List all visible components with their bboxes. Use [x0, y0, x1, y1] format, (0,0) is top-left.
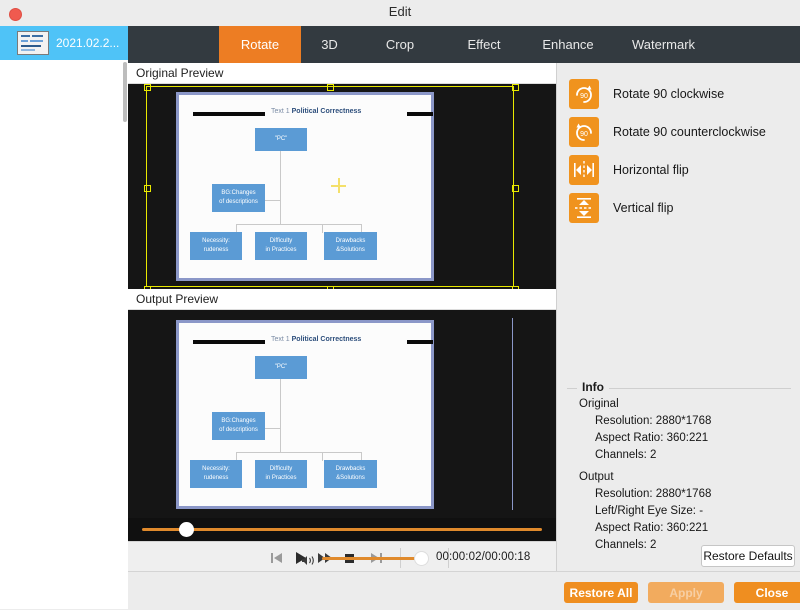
- slide-box-leaf-l1: Difficulty: [269, 466, 293, 472]
- file-list-scrollbar[interactable]: [123, 62, 127, 122]
- operation-row-horizontal-flip[interactable]: Horizontal flip: [569, 155, 689, 185]
- crop-handle-tr[interactable]: [512, 84, 519, 91]
- info-original-heading: Original: [579, 398, 619, 410]
- seek-bar-area: [128, 518, 556, 541]
- operation-label: Rotate 90 clockwise: [613, 87, 725, 101]
- tab-watermark[interactable]: Watermark: [610, 26, 717, 63]
- close-button[interactable]: Close: [734, 582, 800, 603]
- apply-button[interactable]: Apply: [648, 582, 724, 603]
- slide-box-leaf: Necessity: rudeness: [190, 460, 242, 488]
- crop-selection-box[interactable]: [144, 84, 519, 289]
- crop-handle-mr[interactable]: [512, 185, 519, 192]
- operation-label: Vertical flip: [613, 201, 674, 215]
- slide-box-leaf-l1: Necessity:: [202, 466, 230, 472]
- tab-label: Effect: [467, 37, 501, 52]
- output-preview-label: Output Preview: [136, 292, 219, 306]
- speaker-icon[interactable]: [302, 553, 316, 565]
- file-name-label: 2021.02.2...: [56, 36, 120, 50]
- slide-box-branch-l1: BG:Changes: [221, 418, 256, 424]
- output-preview-stage[interactable]: Text 1 Political Correctness "PC" BG:Cha…: [128, 310, 556, 518]
- info-row: Channels: 2: [595, 539, 657, 551]
- info-row: Resolution: 2880*1768: [595, 488, 712, 500]
- rotate-cw-90-icon[interactable]: 90: [569, 79, 599, 109]
- slide-box-root-text: "PC": [274, 364, 288, 370]
- info-row: Aspect Ratio: 360:221: [595, 432, 709, 444]
- title-bar: Edit: [0, 0, 800, 27]
- operation-row-rotate-90-clockwise[interactable]: 90 Rotate 90 clockwise: [569, 79, 724, 109]
- restore-all-button[interactable]: Restore All: [564, 582, 638, 603]
- volume-handle[interactable]: [415, 552, 428, 565]
- flip-horizontal-icon[interactable]: [569, 155, 599, 185]
- original-preview-label: Original Preview: [136, 66, 224, 80]
- slide-box-leaf: Difficulty in Practices: [255, 460, 307, 488]
- file-list: 2021.02.2...: [0, 26, 129, 609]
- tab-label: Enhance: [542, 37, 594, 52]
- operation-label: Horizontal flip: [613, 163, 689, 177]
- slide-box-leaf: Drawbacks &Solutions: [324, 460, 377, 488]
- slide-title-main: Political Correctness: [291, 336, 362, 343]
- info-output-heading: Output: [579, 471, 614, 483]
- tab-3d[interactable]: 3D: [301, 26, 358, 63]
- tab-label: Rotate: [240, 37, 280, 52]
- preview-column: Original Preview Text 1 Political Correc…: [128, 63, 556, 609]
- video-thumbnail-icon: [17, 31, 49, 55]
- tab-label: Watermark: [631, 37, 696, 52]
- operation-row-vertical-flip[interactable]: Vertical flip: [569, 193, 673, 223]
- output-edge-line: [512, 318, 513, 510]
- slide-graphic-output: Text 1 Political Correctness "PC" BG:Cha…: [176, 320, 434, 509]
- file-list-item[interactable]: 2021.02.2...: [0, 26, 128, 60]
- crop-handle-ml[interactable]: [144, 185, 151, 192]
- tab-enhance[interactable]: Enhance: [526, 26, 610, 63]
- window-title: Edit: [388, 4, 412, 19]
- slide-box-leaf-l2: &Solutions: [336, 475, 365, 481]
- crop-handle-tl[interactable]: [144, 84, 151, 91]
- tab-rotate[interactable]: Rotate: [219, 26, 301, 63]
- svg-text:90: 90: [580, 131, 588, 138]
- time-display: 00:00:02/00:00:18: [436, 551, 531, 563]
- restore-defaults-button[interactable]: Restore Defaults: [701, 545, 795, 567]
- svg-text:90: 90: [580, 93, 588, 100]
- footer-bar: Restore All Apply Close: [128, 571, 800, 610]
- seek-handle[interactable]: [179, 522, 194, 537]
- original-preview-header: Original Preview: [128, 63, 556, 84]
- tab-crop[interactable]: Crop: [358, 26, 442, 63]
- info-row: Channels: 2: [595, 449, 657, 461]
- tab-effect[interactable]: Effect: [442, 26, 526, 63]
- skip-previous-icon[interactable]: [268, 550, 285, 566]
- slide-title-prefix: Text 1: [271, 336, 290, 343]
- crop-handle-tc[interactable]: [327, 84, 334, 91]
- slide-box-branch: BG:Changes of descriptions: [212, 412, 265, 440]
- info-row: Aspect Ratio: 360:221: [595, 522, 709, 534]
- rotate-ccw-90-icon[interactable]: 90: [569, 117, 599, 147]
- rotate-options-panel: 90 Rotate 90 clockwise 90 Rotate 90 counter…: [556, 63, 800, 609]
- slide-box-leaf-l2: in Practices: [265, 475, 297, 481]
- flip-vertical-icon[interactable]: [569, 193, 599, 223]
- seek-track[interactable]: [142, 528, 542, 531]
- operation-label: Rotate 90 counterclockwise: [613, 125, 766, 139]
- edit-window: Edit 2021.02.2... Rotate 3D Crop Effect Enha…: [0, 0, 800, 610]
- transport-bar: 00:00:02/00:00:18: [128, 541, 556, 574]
- slide-box-leaf-l1: Drawbacks: [335, 466, 366, 472]
- info-legend-label: Info: [577, 380, 609, 394]
- info-row: Resolution: 2880*1768: [595, 415, 712, 427]
- tab-label: Crop: [385, 37, 415, 52]
- tab-bar: Rotate 3D Crop Effect Enhance Watermark: [128, 26, 800, 63]
- original-preview-stage[interactable]: Text 1 Political Correctness "PC" BG:Cha…: [128, 84, 556, 289]
- slide-box-leaf-l2: rudeness: [203, 475, 229, 481]
- operation-row-rotate-90-counterclockwise[interactable]: 90 Rotate 90 counterclockwise: [569, 117, 766, 147]
- volume-track[interactable]: [322, 557, 422, 560]
- slide-box-branch-l2: of descriptions: [219, 427, 258, 433]
- info-row: Left/Right Eye Size: -: [595, 505, 704, 517]
- output-preview-header: Output Preview: [128, 289, 556, 310]
- tab-label: 3D: [321, 37, 338, 52]
- slide-box-root: "PC": [255, 356, 307, 379]
